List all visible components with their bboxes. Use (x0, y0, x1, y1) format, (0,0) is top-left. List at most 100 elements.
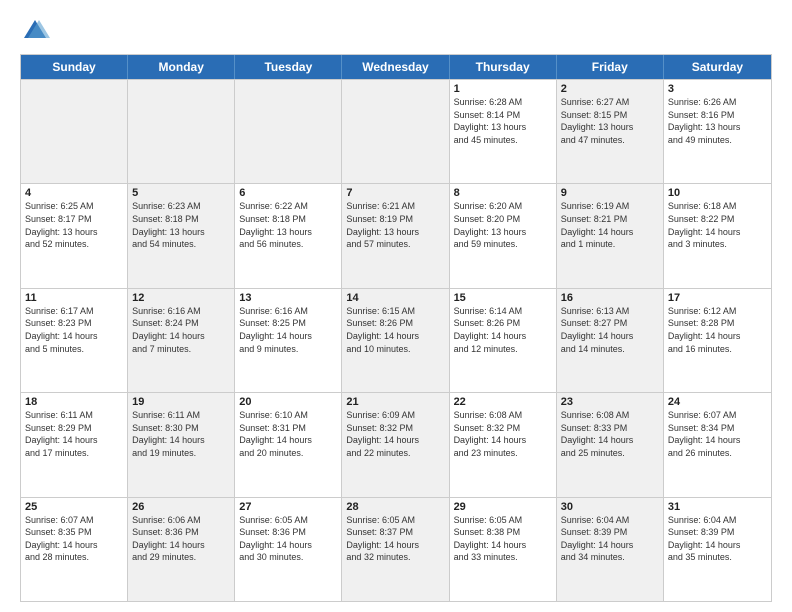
day-number: 8 (454, 187, 552, 199)
calendar-day-15: 15Sunrise: 6:14 AM Sunset: 8:26 PM Dayli… (450, 289, 557, 392)
header-day-sunday: Sunday (21, 55, 128, 79)
day-number: 10 (668, 187, 767, 199)
day-number: 26 (132, 501, 230, 513)
day-info: Sunrise: 6:20 AM Sunset: 8:20 PM Dayligh… (454, 200, 552, 250)
day-number: 7 (346, 187, 444, 199)
calendar-day-8: 8Sunrise: 6:20 AM Sunset: 8:20 PM Daylig… (450, 184, 557, 287)
day-info: Sunrise: 6:05 AM Sunset: 8:38 PM Dayligh… (454, 514, 552, 564)
calendar-day-1: 1Sunrise: 6:28 AM Sunset: 8:14 PM Daylig… (450, 80, 557, 183)
calendar-week-1: 1Sunrise: 6:28 AM Sunset: 8:14 PM Daylig… (21, 79, 771, 183)
day-number: 14 (346, 292, 444, 304)
header-day-tuesday: Tuesday (235, 55, 342, 79)
header-day-monday: Monday (128, 55, 235, 79)
day-info: Sunrise: 6:04 AM Sunset: 8:39 PM Dayligh… (668, 514, 767, 564)
day-number: 13 (239, 292, 337, 304)
calendar-day-12: 12Sunrise: 6:16 AM Sunset: 8:24 PM Dayli… (128, 289, 235, 392)
day-info: Sunrise: 6:08 AM Sunset: 8:33 PM Dayligh… (561, 409, 659, 459)
day-number: 17 (668, 292, 767, 304)
calendar-day-26: 26Sunrise: 6:06 AM Sunset: 8:36 PM Dayli… (128, 498, 235, 601)
day-info: Sunrise: 6:16 AM Sunset: 8:25 PM Dayligh… (239, 305, 337, 355)
calendar-day-27: 27Sunrise: 6:05 AM Sunset: 8:36 PM Dayli… (235, 498, 342, 601)
day-info: Sunrise: 6:21 AM Sunset: 8:19 PM Dayligh… (346, 200, 444, 250)
calendar-day-21: 21Sunrise: 6:09 AM Sunset: 8:32 PM Dayli… (342, 393, 449, 496)
page: SundayMondayTuesdayWednesdayThursdayFrid… (0, 0, 792, 612)
calendar-day-24: 24Sunrise: 6:07 AM Sunset: 8:34 PM Dayli… (664, 393, 771, 496)
day-number: 6 (239, 187, 337, 199)
calendar-week-4: 18Sunrise: 6:11 AM Sunset: 8:29 PM Dayli… (21, 392, 771, 496)
calendar-day-5: 5Sunrise: 6:23 AM Sunset: 8:18 PM Daylig… (128, 184, 235, 287)
calendar-day-2: 2Sunrise: 6:27 AM Sunset: 8:15 PM Daylig… (557, 80, 664, 183)
calendar-day-7: 7Sunrise: 6:21 AM Sunset: 8:19 PM Daylig… (342, 184, 449, 287)
day-number: 22 (454, 396, 552, 408)
calendar-day-11: 11Sunrise: 6:17 AM Sunset: 8:23 PM Dayli… (21, 289, 128, 392)
day-number: 1 (454, 83, 552, 95)
calendar-day-13: 13Sunrise: 6:16 AM Sunset: 8:25 PM Dayli… (235, 289, 342, 392)
logo (20, 16, 54, 46)
day-number: 9 (561, 187, 659, 199)
calendar-day-20: 20Sunrise: 6:10 AM Sunset: 8:31 PM Dayli… (235, 393, 342, 496)
day-number: 4 (25, 187, 123, 199)
calendar-week-3: 11Sunrise: 6:17 AM Sunset: 8:23 PM Dayli… (21, 288, 771, 392)
day-info: Sunrise: 6:07 AM Sunset: 8:34 PM Dayligh… (668, 409, 767, 459)
day-info: Sunrise: 6:26 AM Sunset: 8:16 PM Dayligh… (668, 96, 767, 146)
calendar-day-28: 28Sunrise: 6:05 AM Sunset: 8:37 PM Dayli… (342, 498, 449, 601)
calendar-day-29: 29Sunrise: 6:05 AM Sunset: 8:38 PM Dayli… (450, 498, 557, 601)
calendar-day-6: 6Sunrise: 6:22 AM Sunset: 8:18 PM Daylig… (235, 184, 342, 287)
day-info: Sunrise: 6:07 AM Sunset: 8:35 PM Dayligh… (25, 514, 123, 564)
day-info: Sunrise: 6:05 AM Sunset: 8:36 PM Dayligh… (239, 514, 337, 564)
calendar-day-23: 23Sunrise: 6:08 AM Sunset: 8:33 PM Dayli… (557, 393, 664, 496)
day-info: Sunrise: 6:19 AM Sunset: 8:21 PM Dayligh… (561, 200, 659, 250)
header-day-wednesday: Wednesday (342, 55, 449, 79)
day-number: 3 (668, 83, 767, 95)
day-number: 15 (454, 292, 552, 304)
calendar-day-3: 3Sunrise: 6:26 AM Sunset: 8:16 PM Daylig… (664, 80, 771, 183)
calendar-day-4: 4Sunrise: 6:25 AM Sunset: 8:17 PM Daylig… (21, 184, 128, 287)
day-info: Sunrise: 6:05 AM Sunset: 8:37 PM Dayligh… (346, 514, 444, 564)
day-number: 27 (239, 501, 337, 513)
day-number: 16 (561, 292, 659, 304)
day-info: Sunrise: 6:23 AM Sunset: 8:18 PM Dayligh… (132, 200, 230, 250)
header-day-saturday: Saturday (664, 55, 771, 79)
calendar-day-19: 19Sunrise: 6:11 AM Sunset: 8:30 PM Dayli… (128, 393, 235, 496)
day-number: 19 (132, 396, 230, 408)
calendar-day-10: 10Sunrise: 6:18 AM Sunset: 8:22 PM Dayli… (664, 184, 771, 287)
calendar-day-31: 31Sunrise: 6:04 AM Sunset: 8:39 PM Dayli… (664, 498, 771, 601)
day-info: Sunrise: 6:14 AM Sunset: 8:26 PM Dayligh… (454, 305, 552, 355)
day-number: 29 (454, 501, 552, 513)
day-number: 23 (561, 396, 659, 408)
calendar-day-30: 30Sunrise: 6:04 AM Sunset: 8:39 PM Dayli… (557, 498, 664, 601)
calendar-empty-cell (342, 80, 449, 183)
day-info: Sunrise: 6:13 AM Sunset: 8:27 PM Dayligh… (561, 305, 659, 355)
day-info: Sunrise: 6:06 AM Sunset: 8:36 PM Dayligh… (132, 514, 230, 564)
day-number: 2 (561, 83, 659, 95)
calendar-day-25: 25Sunrise: 6:07 AM Sunset: 8:35 PM Dayli… (21, 498, 128, 601)
header-day-thursday: Thursday (450, 55, 557, 79)
header (20, 16, 772, 46)
day-number: 18 (25, 396, 123, 408)
calendar-week-2: 4Sunrise: 6:25 AM Sunset: 8:17 PM Daylig… (21, 183, 771, 287)
day-number: 24 (668, 396, 767, 408)
day-number: 28 (346, 501, 444, 513)
calendar-day-22: 22Sunrise: 6:08 AM Sunset: 8:32 PM Dayli… (450, 393, 557, 496)
header-day-friday: Friday (557, 55, 664, 79)
calendar-day-16: 16Sunrise: 6:13 AM Sunset: 8:27 PM Dayli… (557, 289, 664, 392)
day-number: 5 (132, 187, 230, 199)
day-number: 12 (132, 292, 230, 304)
day-info: Sunrise: 6:17 AM Sunset: 8:23 PM Dayligh… (25, 305, 123, 355)
day-number: 20 (239, 396, 337, 408)
day-number: 21 (346, 396, 444, 408)
calendar-empty-cell (235, 80, 342, 183)
calendar-empty-cell (128, 80, 235, 183)
calendar-day-9: 9Sunrise: 6:19 AM Sunset: 8:21 PM Daylig… (557, 184, 664, 287)
day-info: Sunrise: 6:27 AM Sunset: 8:15 PM Dayligh… (561, 96, 659, 146)
day-number: 11 (25, 292, 123, 304)
day-info: Sunrise: 6:12 AM Sunset: 8:28 PM Dayligh… (668, 305, 767, 355)
calendar-body: 1Sunrise: 6:28 AM Sunset: 8:14 PM Daylig… (21, 79, 771, 601)
calendar: SundayMondayTuesdayWednesdayThursdayFrid… (20, 54, 772, 602)
calendar-week-5: 25Sunrise: 6:07 AM Sunset: 8:35 PM Dayli… (21, 497, 771, 601)
day-info: Sunrise: 6:11 AM Sunset: 8:30 PM Dayligh… (132, 409, 230, 459)
day-info: Sunrise: 6:28 AM Sunset: 8:14 PM Dayligh… (454, 96, 552, 146)
calendar-day-17: 17Sunrise: 6:12 AM Sunset: 8:28 PM Dayli… (664, 289, 771, 392)
day-info: Sunrise: 6:16 AM Sunset: 8:24 PM Dayligh… (132, 305, 230, 355)
day-info: Sunrise: 6:15 AM Sunset: 8:26 PM Dayligh… (346, 305, 444, 355)
